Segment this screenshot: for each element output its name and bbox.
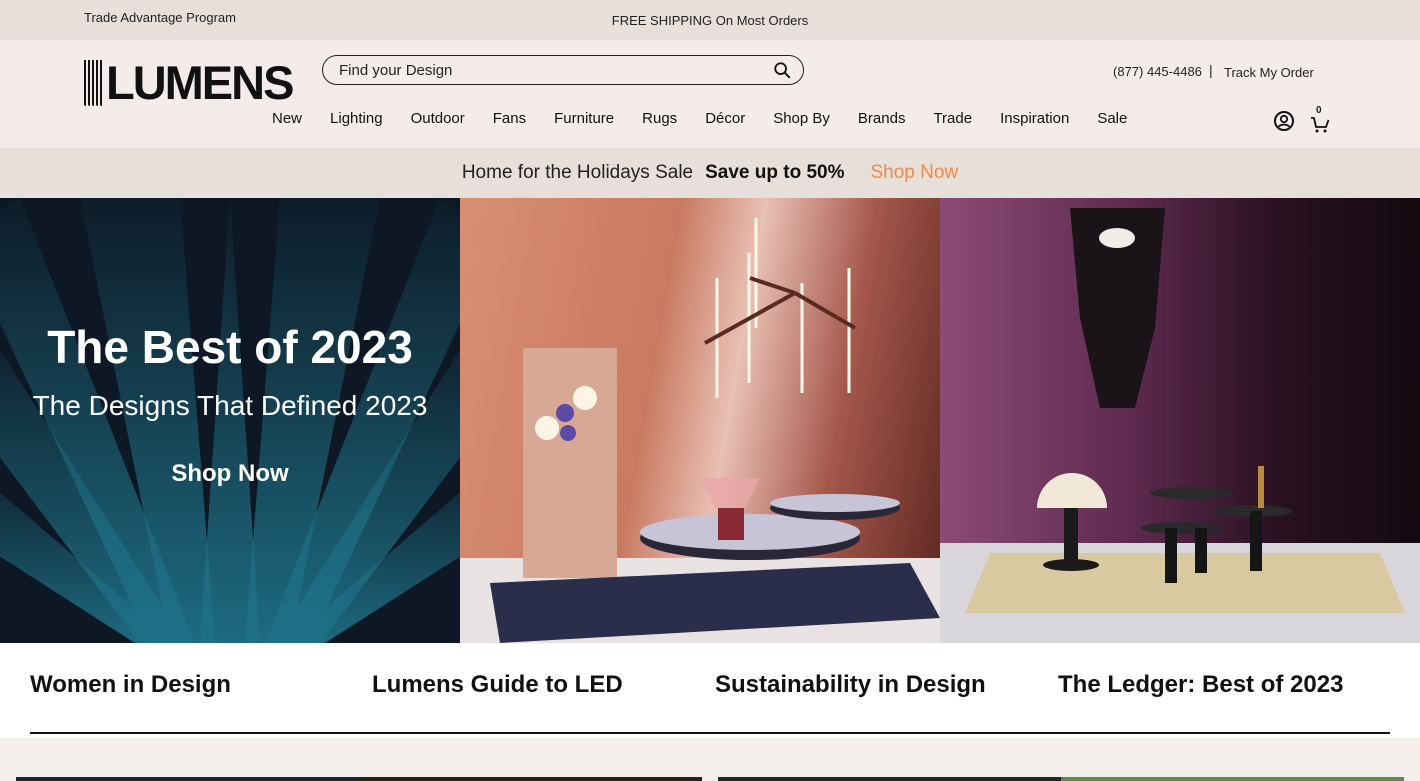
- nav-decor[interactable]: Décor: [705, 110, 745, 127]
- link-lumens-guide-to-led[interactable]: Lumens Guide to LED: [372, 671, 623, 699]
- feature-links-row: Women in Design Lumens Guide to LED Sust…: [0, 643, 1420, 738]
- nav-outdoor[interactable]: Outdoor: [411, 110, 465, 127]
- preview-tile-right[interactable]: [718, 777, 1404, 781]
- nav-brands[interactable]: Brands: [858, 110, 906, 127]
- nav-trade[interactable]: Trade: [933, 110, 972, 127]
- promo-text: Home for the Holidays Sale: [461, 162, 694, 183]
- section-divider: [30, 732, 1390, 734]
- pendant-scene-image: [940, 208, 1420, 643]
- hero-title: The Best of 2023: [47, 321, 413, 373]
- header-separator: |: [1209, 62, 1213, 78]
- logo-mark-icon: [82, 58, 108, 106]
- phone-number[interactable]: (877) 445-4486: [1113, 64, 1202, 79]
- search-input[interactable]: [339, 60, 759, 80]
- hero-image-chandelier-scene[interactable]: [460, 198, 940, 643]
- search-bar[interactable]: [322, 55, 804, 85]
- nav-furniture[interactable]: Furniture: [554, 110, 614, 127]
- hero-shop-now-button[interactable]: Shop Now: [0, 460, 460, 488]
- hero-best-of-2023[interactable]: The Best of 2023 The Designs That Define…: [0, 198, 460, 643]
- cart-icon[interactable]: [1309, 108, 1331, 134]
- nav-fans[interactable]: Fans: [493, 110, 526, 127]
- hero-image-pendant-scene[interactable]: [940, 198, 1420, 643]
- next-section-preview: [0, 738, 1420, 781]
- nav-rugs[interactable]: Rugs: [642, 110, 677, 127]
- nav-inspiration[interactable]: Inspiration: [1000, 110, 1069, 127]
- hero-subtitle: The Designs That Defined 2023: [32, 390, 428, 421]
- free-shipping-message: FREE SHIPPING On Most Orders: [611, 13, 809, 28]
- link-women-in-design[interactable]: Women in Design: [30, 671, 231, 699]
- nav-shop-by[interactable]: Shop By: [773, 110, 830, 127]
- chandelier-scene-image: [460, 218, 940, 643]
- link-sustainability-in-design[interactable]: Sustainability in Design: [715, 671, 986, 699]
- nav-lighting[interactable]: Lighting: [330, 110, 383, 127]
- account-icon[interactable]: [1273, 110, 1295, 132]
- main-nav: New Lighting Outdoor Fans Furniture Rugs…: [272, 110, 1155, 127]
- promo-banner: Home for the Holidays Sale Save up to 50%…: [0, 148, 1420, 198]
- site-header: LUMENS (877) 445-4486 | Track My Order N…: [0, 40, 1420, 148]
- nav-sale[interactable]: Sale: [1097, 110, 1127, 127]
- nav-new[interactable]: New: [272, 110, 302, 127]
- track-order-link[interactable]: Track My Order: [1224, 65, 1314, 80]
- promo-highlight: Save up to 50%: [705, 162, 845, 183]
- lumens-logo[interactable]: LUMENS: [82, 56, 294, 109]
- link-the-ledger-best-of-2023[interactable]: The Ledger: Best of 2023: [1058, 671, 1343, 699]
- search-icon[interactable]: [773, 61, 791, 79]
- preview-tile-left[interactable]: [16, 777, 702, 781]
- logo-wordmark: LUMENS: [106, 56, 294, 109]
- promo-shop-now-link[interactable]: Shop Now: [871, 162, 959, 183]
- top-utility-bar: Trade Advantage Program FREE SHIPPING On…: [0, 0, 1420, 40]
